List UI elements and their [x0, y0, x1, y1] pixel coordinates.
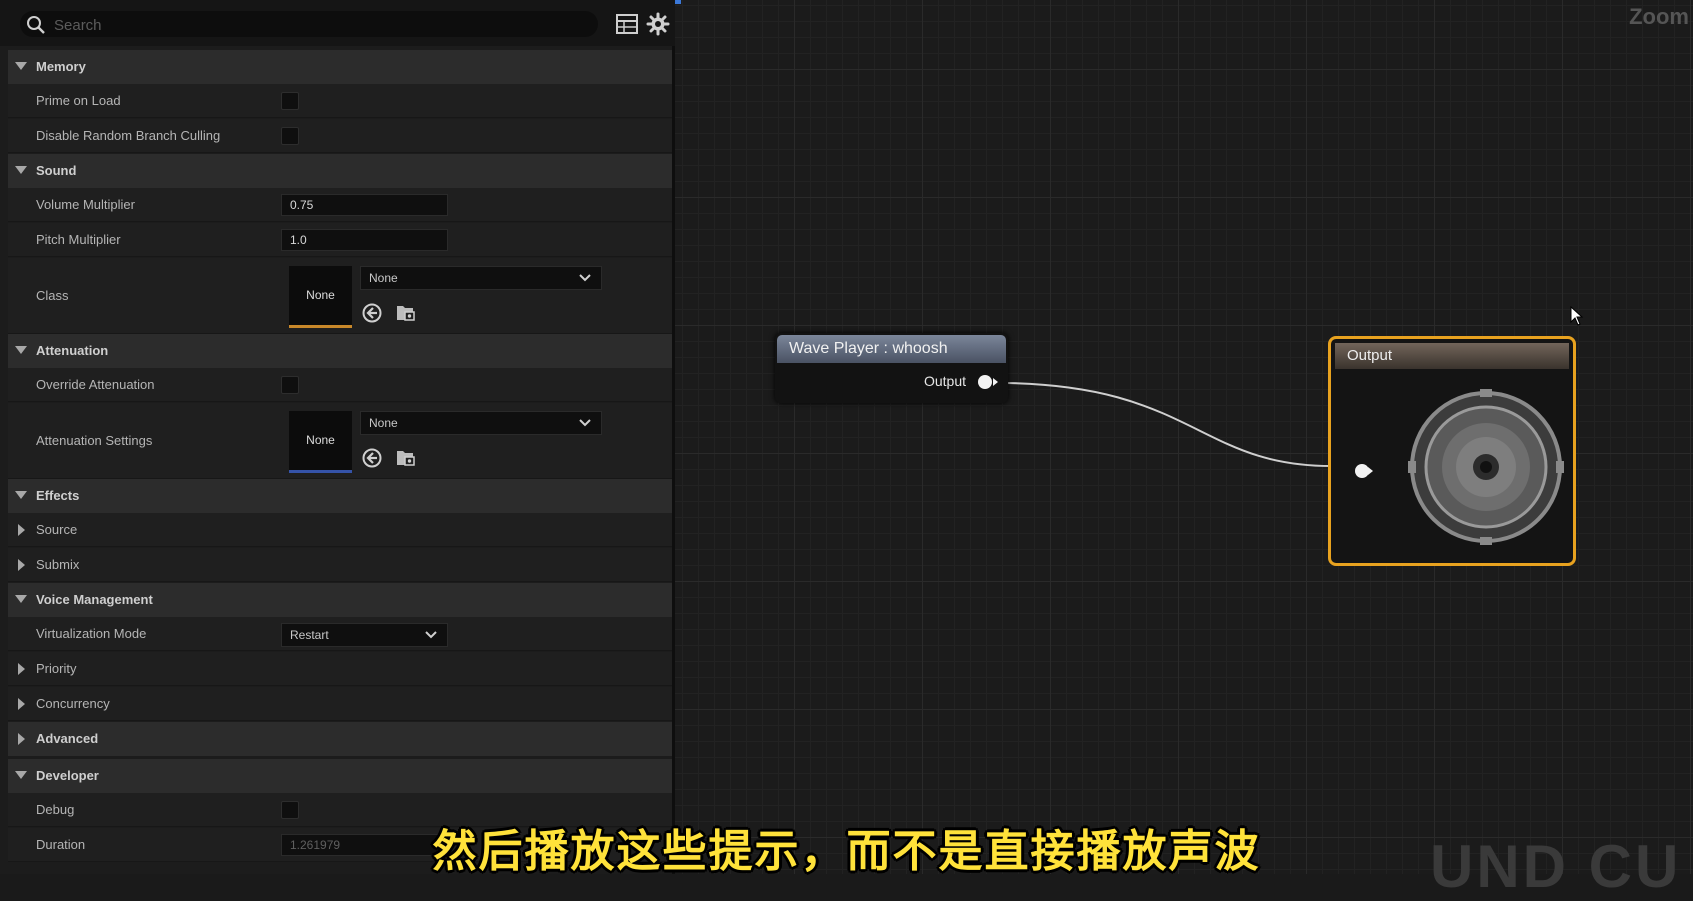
subgroup-label: Submix: [36, 557, 80, 572]
search-icon: [27, 16, 45, 34]
output-pin-label: Output: [923, 373, 966, 389]
prop-label: Class: [36, 288, 69, 303]
prop-prime-on-load: Prime on Load: [8, 84, 672, 118]
prime-on-load-checkbox[interactable]: [281, 92, 299, 110]
chevron-down-icon: [579, 419, 591, 427]
collapse-arrow-icon: [15, 166, 27, 174]
category-developer[interactable]: Developer: [8, 759, 672, 793]
prop-pitch-multiplier: Pitch Multiplier 1.0: [8, 223, 672, 257]
attenuation-thumbnail[interactable]: None: [289, 411, 352, 473]
output-node-title: Output: [1335, 343, 1569, 369]
pin-arrow-icon: [1368, 467, 1373, 475]
subgroup-source[interactable]: Source: [8, 513, 672, 547]
prop-label: Prime on Load: [36, 93, 121, 108]
mouse-cursor-icon: [1570, 306, 1584, 326]
search-field[interactable]: [20, 11, 598, 39]
subgroup-priority[interactable]: Priority: [8, 652, 672, 686]
override-attenuation-checkbox[interactable]: [281, 376, 299, 394]
subgroup-label: Priority: [36, 661, 77, 676]
collapse-arrow-icon: [15, 346, 27, 354]
expand-arrow-icon: [18, 698, 25, 710]
volume-multiplier-field[interactable]: 0.75: [281, 194, 448, 216]
category-advanced[interactable]: Advanced: [8, 722, 672, 756]
class-thumbnail[interactable]: None: [289, 266, 352, 328]
category-label: Effects: [36, 488, 80, 503]
collapse-arrow-icon: [15, 771, 27, 779]
category-memory[interactable]: Memory: [8, 50, 672, 84]
category-attenuation[interactable]: Attenuation: [8, 334, 672, 368]
pin-arrow-icon: [993, 378, 998, 386]
category-label: Attenuation: [36, 343, 109, 358]
table-view-icon[interactable]: [616, 14, 638, 34]
prop-label: Pitch Multiplier: [36, 232, 121, 247]
prop-class: Class None None: [8, 258, 672, 334]
speaker-icon: [1408, 389, 1564, 545]
search-input[interactable]: [52, 11, 586, 39]
prop-virtualization-mode: Virtualization Mode Restart: [8, 617, 672, 651]
virtualization-mode-dropdown[interactable]: Restart: [281, 623, 448, 647]
class-dropdown[interactable]: None: [360, 266, 602, 290]
use-selected-asset-icon[interactable]: [361, 302, 383, 324]
expand-arrow-icon: [18, 559, 25, 571]
prop-label: Disable Random Branch Culling: [36, 128, 221, 143]
prop-label: Volume Multiplier: [36, 197, 135, 212]
details-panel: Memory Prime on Load Disable Random Bran…: [0, 0, 675, 874]
category-label: Advanced: [36, 731, 99, 746]
expand-arrow-icon: [18, 663, 25, 675]
category-effects[interactable]: Effects: [8, 479, 672, 513]
prop-label: Override Attenuation: [36, 377, 155, 392]
gear-icon[interactable]: [646, 12, 670, 36]
category-label: Sound: [36, 163, 77, 178]
subgroup-concurrency[interactable]: Concurrency: [8, 687, 672, 721]
search-bar: [0, 0, 675, 46]
prop-label: Attenuation Settings: [36, 433, 153, 448]
output-pin[interactable]: [978, 375, 992, 389]
prop-volume-multiplier: Volume Multiplier 0.75: [8, 188, 672, 222]
browse-asset-folder-icon[interactable]: [395, 446, 417, 468]
wave-player-title: Wave Player : whoosh: [777, 335, 1006, 363]
subgroup-label: Concurrency: [36, 696, 110, 711]
category-voice-management[interactable]: Voice Management: [8, 583, 672, 617]
sound-cue-graph[interactable]: Zoom Wave Player : whoosh Output Output: [675, 0, 1693, 874]
browse-asset-folder-icon[interactable]: [395, 301, 417, 323]
wave-player-node[interactable]: Wave Player : whoosh Output: [775, 333, 1008, 403]
subgroup-label: Source: [36, 522, 78, 537]
use-selected-asset-icon[interactable]: [361, 447, 383, 469]
prop-disable-random-branch-culling: Disable Random Branch Culling: [8, 119, 672, 153]
category-sound[interactable]: Sound: [8, 154, 672, 188]
output-node[interactable]: Output: [1328, 336, 1576, 566]
dropdown-value: Restart: [290, 628, 329, 642]
chevron-down-icon: [425, 631, 437, 639]
collapse-arrow-icon: [15, 62, 27, 70]
prop-attenuation-settings: Attenuation Settings None None: [8, 403, 672, 479]
dropdown-value: None: [369, 271, 398, 285]
attenuation-settings-dropdown[interactable]: None: [360, 411, 602, 435]
pitch-multiplier-field[interactable]: 1.0: [281, 229, 448, 251]
collapse-arrow-icon: [15, 595, 27, 603]
chevron-down-icon: [579, 274, 591, 282]
expand-arrow-icon: [18, 733, 25, 745]
dropdown-value: None: [369, 416, 398, 430]
disable-random-branch-culling-checkbox[interactable]: [281, 127, 299, 145]
category-label: Voice Management: [36, 592, 153, 607]
category-label: Memory: [36, 59, 86, 74]
prop-override-attenuation: Override Attenuation: [8, 368, 672, 402]
expand-arrow-icon: [18, 524, 25, 536]
video-subtitle: 然后播放这些提示，而不是直接播放声波: [432, 826, 1261, 877]
prop-label: Virtualization Mode: [36, 626, 147, 641]
category-label: Developer: [36, 768, 99, 783]
panel-edge-marker: [675, 0, 681, 4]
collapse-arrow-icon: [15, 491, 27, 499]
input-pin[interactable]: [1355, 464, 1369, 478]
subgroup-submix[interactable]: Submix: [8, 548, 672, 582]
